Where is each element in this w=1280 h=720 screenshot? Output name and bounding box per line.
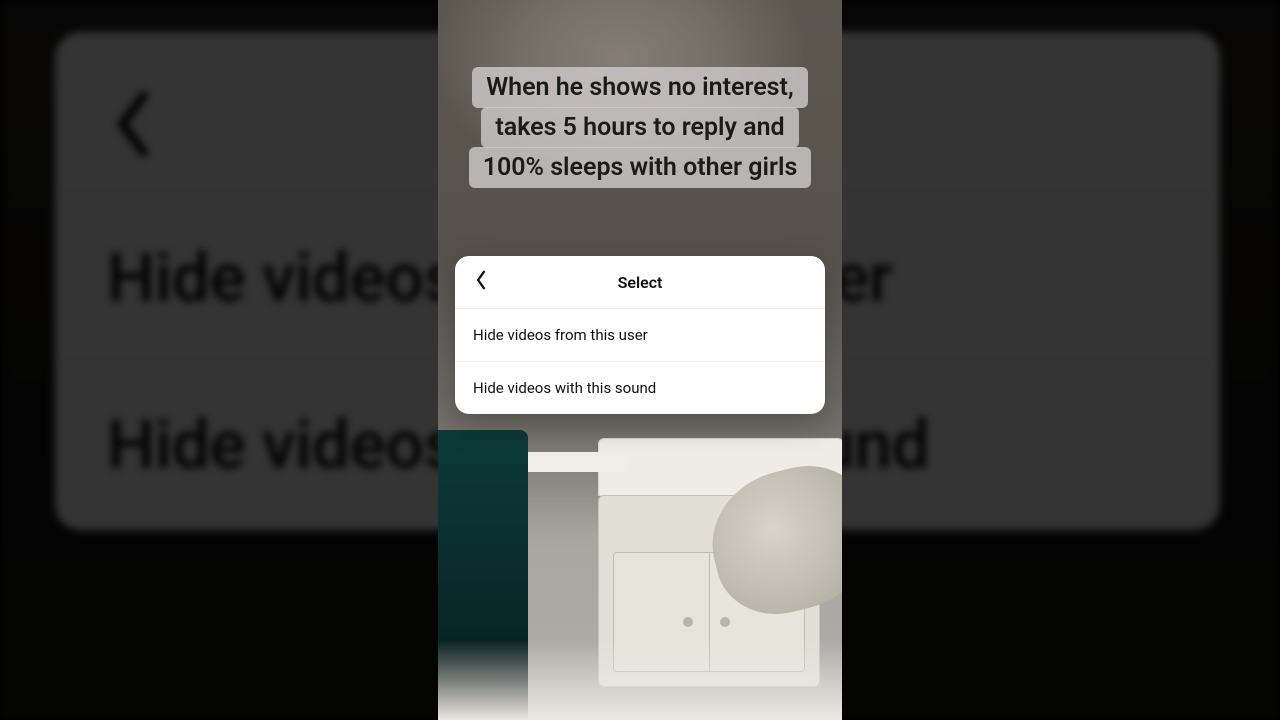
select-dialog-title: Select: [618, 273, 663, 292]
room-cabinet-knob: [720, 617, 730, 627]
option-label: Hide videos with this sound: [473, 379, 656, 397]
chevron-left-icon: [474, 269, 488, 295]
select-dialog-header: Select: [455, 256, 825, 309]
phone-viewport: When he shows no interest, takes 5 hours…: [438, 0, 842, 720]
room-floor-fade: [438, 640, 842, 720]
option-hide-user[interactable]: Hide videos from this user: [455, 309, 825, 362]
option-label: Hide videos from this user: [473, 326, 648, 344]
room-cabinet-knob: [683, 617, 693, 627]
chevron-left-icon: [110, 92, 156, 160]
video-caption: When he shows no interest, takes 5 hours…: [455, 68, 825, 188]
select-dialog: Select Hide videos from this user Hide v…: [455, 256, 825, 414]
back-button[interactable]: [469, 270, 493, 294]
video-caption-text: When he shows no interest, takes 5 hours…: [469, 67, 812, 188]
option-hide-sound[interactable]: Hide videos with this sound: [455, 362, 825, 414]
